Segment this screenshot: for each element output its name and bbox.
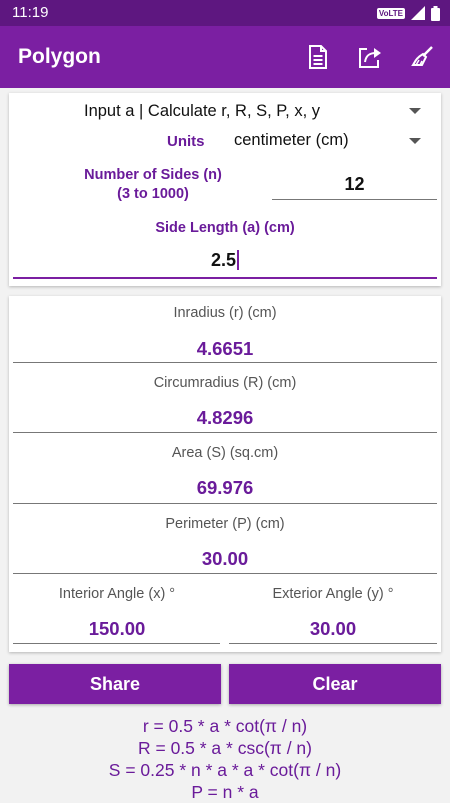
results-card: Inradius (r) (cm) 4.6651 Circumradius (R… [9, 296, 441, 652]
exterior-angle-cell: Exterior Angle (y) ° 30.00 [225, 578, 441, 648]
divider [13, 362, 437, 363]
area-row: Area (S) (sq.cm) 69.976 [9, 436, 441, 502]
divider [13, 573, 437, 574]
perimeter-value: 30.00 [201, 548, 249, 569]
inradius-row: Inradius (r) (cm) 4.6651 [9, 296, 441, 364]
sides-label: Number of Sides (n) [84, 167, 222, 183]
units-dropdown-arrow-icon [409, 138, 421, 144]
divider [13, 643, 220, 644]
side-length-input[interactable]: 2.5 [13, 243, 437, 275]
side-length-value: 2.5 [210, 250, 237, 270]
circumradius-row: Circumradius (R) (cm) 4.8296 [9, 366, 441, 432]
mode-selected: Input a | Calculate r, R, S, P, x, y [84, 102, 321, 120]
share-icon [359, 48, 381, 68]
exterior-angle-value: 30.00 [309, 618, 357, 639]
share-button[interactable]: Share [9, 664, 221, 704]
divider [229, 643, 437, 644]
side-length-value-wrap: 2.5 [13, 250, 437, 271]
units-spinner[interactable]: centimeter (cm) [219, 126, 441, 156]
circumradius-label: Circumradius (R) (cm) [153, 375, 297, 391]
divider [13, 503, 437, 504]
share-icon-button[interactable] [355, 42, 385, 72]
perimeter-row: Perimeter (P) (cm) 30.00 [9, 507, 441, 573]
sides-input[interactable]: 12 [272, 169, 437, 199]
clear-brush-icon [411, 46, 433, 66]
document-button[interactable] [303, 42, 333, 72]
volte-badge: VoLTE [376, 7, 405, 19]
clear-brush-button[interactable] [407, 42, 437, 72]
area-label: Area (S) (sq.cm) [171, 445, 279, 461]
battery-icon [431, 5, 440, 21]
inradius-label: Inradius (r) (cm) [173, 305, 277, 321]
circumradius-value: 4.8296 [196, 407, 254, 428]
units-selected: centimeter (cm) [234, 131, 349, 149]
interior-angle-value: 150.00 [88, 618, 146, 639]
document-icon [309, 45, 327, 69]
formula-circumradius: R = 0.5 * a * csc(π / n) [137, 738, 312, 758]
side-length-underline [13, 277, 437, 279]
sides-value: 12 [344, 174, 365, 194]
status-time: 11:19 [12, 4, 49, 21]
units-label: Units [167, 133, 205, 150]
formula-inradius: r = 0.5 * a * cot(π / n) [142, 716, 308, 736]
interior-angle-label: Interior Angle (x) ° [58, 586, 176, 602]
signal-icon [411, 6, 425, 20]
text-cursor [237, 250, 240, 270]
area-value: 69.976 [196, 477, 254, 498]
sides-underline [272, 199, 437, 200]
sides-range: (3 to 1000) [117, 186, 189, 202]
side-length-label: Side Length (a) (cm) [155, 220, 295, 236]
interior-angle-cell: Interior Angle (x) ° 150.00 [9, 578, 225, 648]
mode-dropdown-arrow-icon [409, 108, 421, 114]
mode-spinner[interactable]: Input a | Calculate r, R, S, P, x, y [9, 93, 441, 127]
app-title: Polygon [18, 45, 101, 68]
status-bar: 11:19 VoLTE [0, 0, 450, 26]
input-card: Input a | Calculate r, R, S, P, x, y Uni… [9, 93, 441, 286]
inradius-value: 4.6651 [196, 338, 254, 359]
divider [13, 432, 437, 433]
exterior-angle-label: Exterior Angle (y) ° [272, 586, 394, 602]
formula-area: S = 0.25 * n * a * a * cot(π / n) [108, 760, 342, 780]
clear-button[interactable]: Clear [229, 664, 441, 704]
app-bar: Polygon [0, 26, 450, 88]
perimeter-label: Perimeter (P) (cm) [165, 516, 285, 532]
